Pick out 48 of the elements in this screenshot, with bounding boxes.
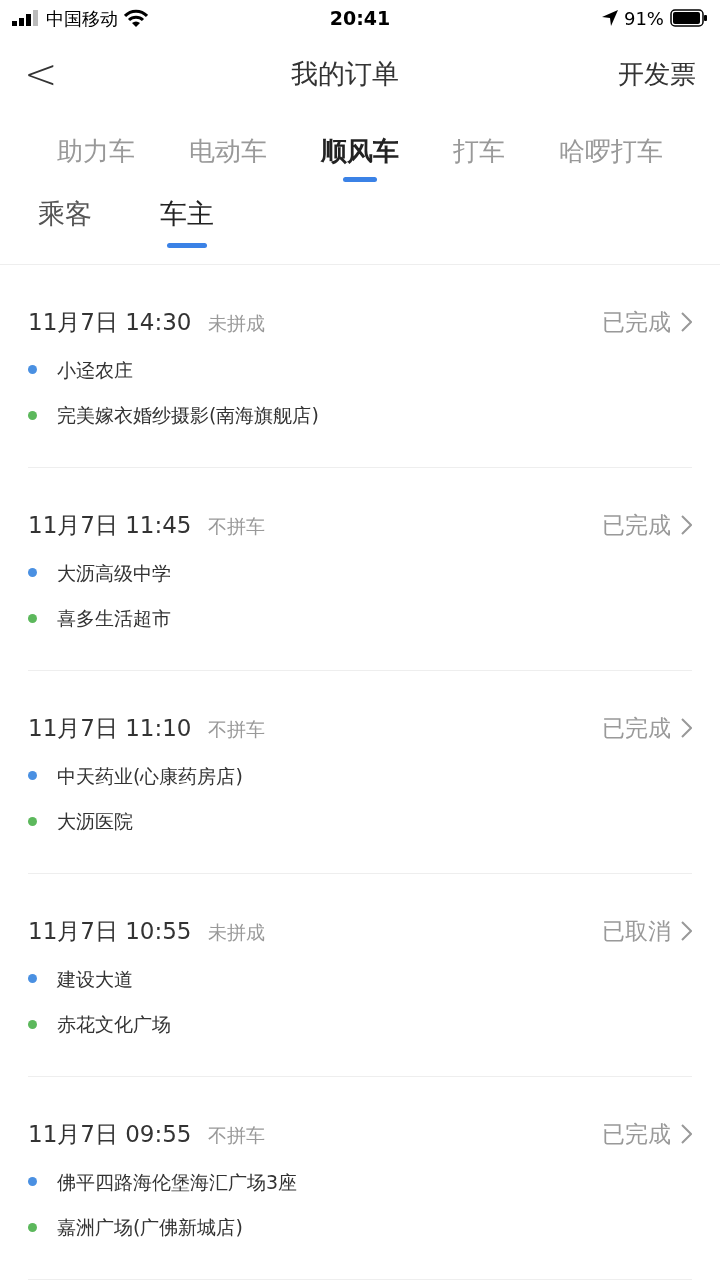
order-card[interactable]: 11月7日 14:30 未拼成 已完成 小迳农庄 完美嫁衣婚纱摄影(南海旗舰店) [28,265,692,468]
location-arrow-icon [601,10,618,26]
ride-type: 未拼成 [207,920,265,945]
signal-icon [12,10,40,26]
start-address: 小迳农庄 [57,357,133,383]
clock: 20:41 [329,5,391,31]
role-tab[interactable]: 车主 [160,194,214,248]
carrier-name: 中国移动 [46,6,118,31]
end-address: 嘉洲广场(广佛新城店) [57,1215,243,1240]
start-address: 中天药业(心康药房店) [57,763,243,789]
end-address: 喜多生活超市 [57,606,171,631]
order-status: 已完成 [602,714,671,743]
order-status: 已完成 [602,1120,671,1149]
start-address: 佛平四路海伦堡海汇广场3座 [57,1169,298,1195]
end-address: 大沥医院 [57,809,133,834]
page-title: 我的订单 [291,56,399,91]
chevron-right-icon [681,1124,692,1145]
invoice-button[interactable]: 开发票 [606,54,696,94]
battery-icon [670,9,708,27]
start-address: 大沥高级中学 [57,560,171,586]
start-address: 建设大道 [57,966,133,992]
ride-type: 不拼车 [207,1123,265,1148]
order-time: 11月7日 11:10 [28,714,192,743]
chevron-right-icon [681,718,692,739]
order-time: 11月7日 11:45 [28,511,192,540]
chevron-right-icon [681,312,692,333]
role-tab[interactable]: 乘客 [38,194,92,248]
ride-type: 未拼成 [207,311,265,336]
order-status: 已取消 [602,917,671,946]
order-card[interactable]: 11月7日 10:55 未拼成 已取消 建设大道 赤花文化广场 [28,874,692,1077]
order-time: 11月7日 10:55 [28,917,192,946]
order-card[interactable]: 11月7日 09:55 不拼车 已完成 佛平四路海伦堡海汇广场3座 嘉洲广场(广佛新城店) [28,1077,692,1280]
battery-percent: 91% [623,6,664,31]
back-button[interactable]: < [24,54,84,94]
end-address: 赤花文化广场 [57,1012,171,1037]
order-status: 已完成 [602,308,671,337]
order-time: 11月7日 14:30 [28,308,192,337]
order-card[interactable]: 11月7日 11:45 不拼车 已完成 大沥高级中学 喜多生活超市 [28,468,692,671]
order-status: 已完成 [602,511,671,540]
chevron-right-icon [681,921,692,942]
wifi-icon [124,9,148,27]
ride-type: 不拼车 [207,717,265,742]
chevron-right-icon [681,515,692,536]
category-tab[interactable]: 顺风车 [321,132,399,182]
order-time: 11月7日 09:55 [28,1120,192,1149]
ride-type: 不拼车 [207,514,265,539]
end-address: 完美嫁衣婚纱摄影(南海旗舰店) [57,403,319,428]
order-card[interactable]: 11月7日 11:10 不拼车 已完成 中天药业(心康药房店) 大沥医院 [28,671,692,874]
